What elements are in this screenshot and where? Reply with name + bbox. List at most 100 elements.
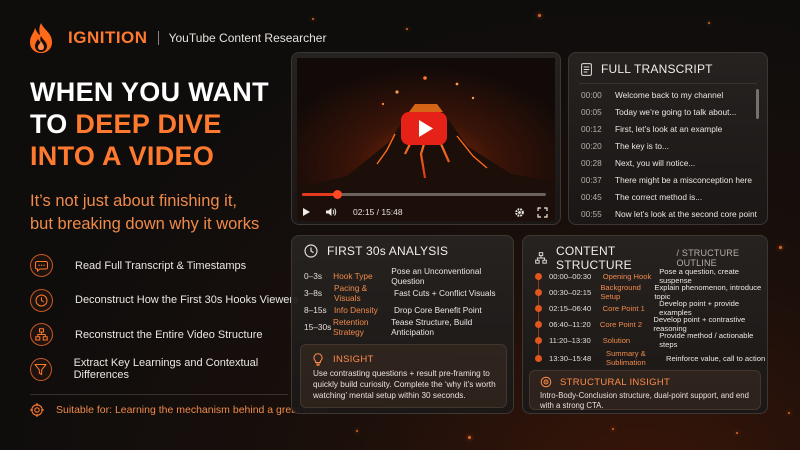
ember-particle [406, 28, 408, 30]
structure-time: 13:30–15:48 [549, 353, 592, 363]
structure-row: 06:40–11:20 Core Point 2 Develop point + c… [535, 315, 767, 333]
video-progress-handle[interactable] [332, 190, 342, 199]
hero-line-2-prefix: TO [30, 109, 76, 139]
analysis-label: Pacing & Visuals [334, 283, 368, 303]
transcript-scrollbar[interactable] [756, 89, 759, 119]
transcript-row[interactable]: 00:12 First, let’s look at an example [581, 121, 722, 137]
timeline-dot [535, 354, 542, 362]
analysis-time: 0–3s [304, 271, 322, 281]
document-icon [581, 62, 592, 76]
transcript-timestamp: 00:37 [581, 175, 602, 185]
chat-bubble-icon [30, 254, 53, 277]
transcript-timestamp: 00:28 [581, 158, 602, 168]
left-divider [30, 394, 288, 395]
video-progress-fill [302, 193, 337, 196]
analysis-desc: Fast Cuts + Conflict Visuals [394, 288, 496, 298]
analysis-time: 15–30s [304, 322, 332, 332]
structure-time: 02:15–06:40 [549, 303, 592, 313]
hero-line-3: INTO A VIDEO [30, 141, 215, 171]
volume-icon[interactable] [325, 207, 337, 217]
structure-name: Core Point 1 [602, 303, 645, 313]
brand-header: IGNITION YouTube Content Researcher [26, 22, 326, 54]
transcript-row[interactable]: 00:55 Now let’s look at the second core p… [581, 206, 757, 222]
analysis-label: Info Density [334, 305, 378, 315]
analysis-label: Hook Type [333, 271, 373, 281]
structure-time: 00:00–00:30 [549, 271, 592, 281]
transcript-timestamp: 00:20 [581, 141, 602, 151]
analysis-row: 0–3s Hook Type Pose an Unconventional Ques… [304, 266, 513, 286]
transcript-text: The key is to... [615, 141, 669, 151]
feature-list: Read Full Transcript & Timestamps Decons… [30, 254, 300, 392]
first-30s-panel: FIRST 30s ANALYSIS 0–3s Hook Type Pose an … [291, 235, 514, 414]
transcript-text: Next, you will notice... [615, 158, 696, 168]
ember-particle [736, 432, 738, 434]
hero-tagline: It’s not just about finishing it, but br… [30, 190, 290, 236]
fullscreen-icon[interactable] [537, 206, 548, 218]
structural-insight-title: STRUCTURAL INSIGHT [560, 376, 671, 388]
flame-logo-icon [30, 23, 52, 53]
structure-title: CONTENT STRUCTURE [555, 244, 632, 272]
hero-line-2-highlight: DEEP DIVE [75, 109, 222, 139]
transcript-row[interactable]: 00:45 The correct method is... [581, 189, 702, 205]
transcript-divider [579, 83, 757, 84]
video-timestamp: 02:15 / 15:48 [353, 207, 403, 217]
structure-row: 00:30–02:15 Background Setup Explain pheno… [535, 283, 767, 301]
timeline-dot [535, 272, 542, 280]
ember-particle [468, 436, 471, 439]
analysis-time: 8–15s [304, 305, 327, 315]
ember-particle [788, 412, 790, 414]
structure-name: Core Point 2 [599, 319, 643, 329]
target-icon [30, 403, 44, 417]
first-30s-title: FIRST 30s ANALYSIS [327, 244, 449, 258]
insight-box: INSIGHT Use contrasting questions + resu… [300, 344, 507, 408]
transcript-row[interactable]: 00:37 There might be a misconception here [581, 172, 752, 188]
analysis-desc: Tease Structure, Build Anticipation [391, 317, 473, 337]
content-structure-panel: CONTENT STRUCTURE / STRUCTURE OUTLINE 00… [522, 235, 768, 414]
transcript-text: The correct method is... [615, 192, 703, 202]
timeline-dot [535, 320, 542, 328]
transcript-text: Welcome back to my channel [615, 90, 724, 100]
structure-desc: Provide method / actionable steps [659, 331, 754, 349]
transcript-row[interactable]: 00:05 Today we’re going to talk about... [581, 104, 736, 120]
analysis-row: 8–15s Info Density Drop Core Benefit Point [304, 302, 482, 318]
structure-name: Opening Hook [602, 271, 652, 281]
play-control-icon[interactable] [302, 207, 311, 217]
settings-gear-icon[interactable] [514, 207, 525, 218]
transcript-panel: FULL TRANSCRIPT 00:00 Welcome back to my … [568, 52, 768, 225]
transcript-timestamp: 00:45 [581, 192, 602, 202]
feature-item-learnings: Extract Key Learnings and Contextual Dif… [30, 357, 300, 381]
structural-insight-box: STRUCTURAL INSIGHT Intro-Body-Conclusion… [529, 370, 761, 410]
analysis-row: 3–8s Pacing & Visuals Fast Cuts + Conflict… [304, 283, 496, 303]
target-icon [540, 376, 552, 388]
insight-header: INSIGHT [313, 353, 374, 366]
feature-item-structure: Reconstruct the Entire Video Structure [30, 323, 300, 346]
timeline-dot [535, 288, 542, 296]
analysis-label: Retention Strategy [333, 317, 369, 337]
video-progress-bar[interactable] [302, 190, 546, 199]
feature-label: Extract Key Learnings and Contextual Dif… [73, 357, 259, 381]
brand-name: IGNITION [68, 28, 148, 47]
insight-title: INSIGHT [333, 354, 374, 365]
suitable-for-note: Suitable for: Learning the mechanism beh… [30, 403, 328, 417]
feature-label: Deconstruct How the First 30s Hooks View… [75, 294, 299, 306]
structure-time: 11:20–13:30 [549, 335, 591, 345]
structure-row: 00:00–00:30 Opening Hook Pose a question, … [535, 267, 767, 285]
timeline-dot [535, 336, 542, 344]
transcript-title: FULL TRANSCRIPT [601, 62, 713, 76]
hero-line-2: TO DEEP DIVE [30, 108, 290, 140]
transcript-row[interactable]: 00:00 Welcome back to my channel [581, 87, 723, 103]
structure-row: 02:15–06:40 Core Point 1 Develop point + p… [535, 299, 767, 317]
analysis-time: 3–8s [304, 288, 322, 298]
analysis-desc: Drop Core Benefit Point [394, 305, 482, 315]
ember-particle [538, 14, 541, 17]
transcript-text: Now let’s look at the second core point [615, 209, 757, 219]
transcript-row[interactable]: 00:28 Next, you will notice... [581, 155, 695, 171]
timeline-dot [535, 304, 542, 312]
structural-insight-header: STRUCTURAL INSIGHT [540, 376, 670, 388]
brand-subtitle: YouTube Content Researcher [168, 31, 327, 45]
hero-line-1: WHEN YOU WANT [30, 77, 269, 107]
first-30s-header: FIRST 30s ANALYSIS [304, 244, 448, 258]
transcript-row[interactable]: 00:20 The key is to... [581, 138, 669, 154]
video-player[interactable]: 02:15 / 15:48 [291, 52, 561, 225]
ember-particle [356, 430, 358, 432]
